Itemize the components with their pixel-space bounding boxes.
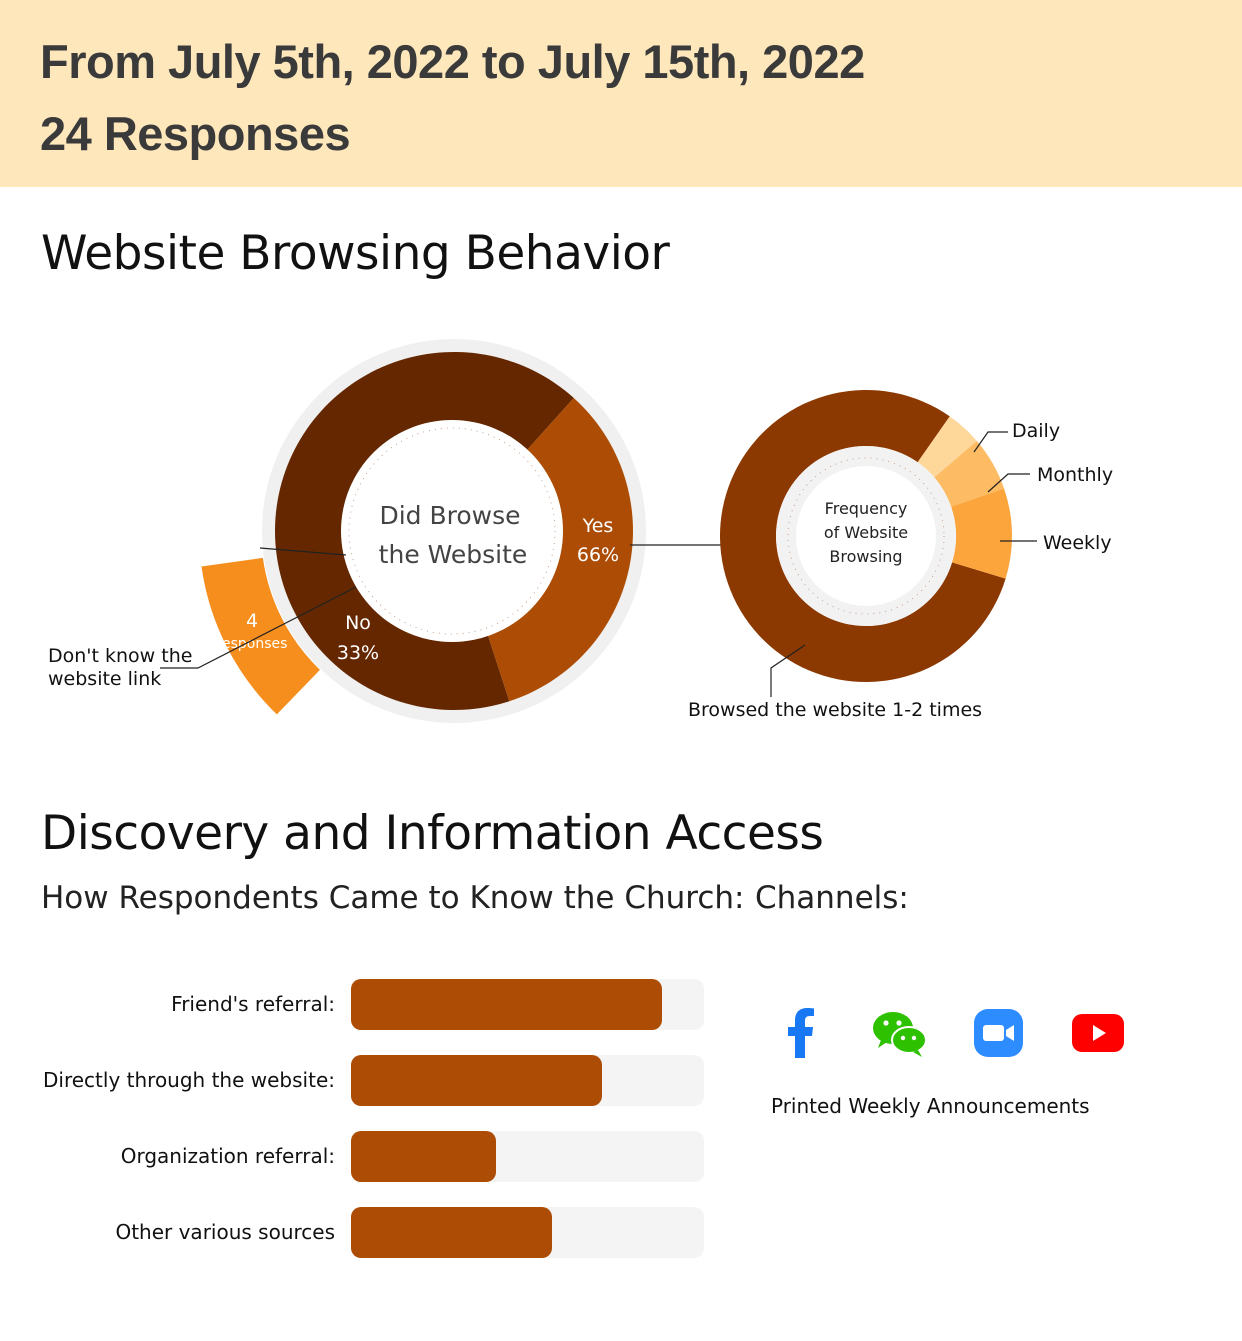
- date-range: From July 5th, 2022 to July 15th, 2022: [40, 35, 865, 88]
- wechat-icon: [873, 1012, 927, 1057]
- bar-label: Directly through the website:: [43, 1068, 335, 1092]
- section-title-browsing: Website Browsing Behavior: [41, 226, 670, 281]
- weekly-label: Weekly: [1043, 532, 1112, 554]
- breakout-value: 4: [246, 610, 258, 632]
- browsing-charts: Did Browse the Website Yes 66% No 33% 4 …: [48, 339, 1113, 723]
- bar-fill: [351, 979, 662, 1030]
- section-title-discovery: Discovery and Information Access: [41, 806, 824, 861]
- youtube-icon: [1072, 1014, 1124, 1052]
- no-label: No: [345, 612, 371, 634]
- bar-track: [351, 979, 704, 1030]
- bar-label: Friend's referral:: [171, 992, 335, 1016]
- donut2-title-line1: Frequency: [825, 499, 908, 518]
- response-count: 24 Responses: [40, 107, 351, 160]
- bar-track: [351, 1131, 704, 1182]
- yes-label: Yes: [582, 515, 614, 537]
- breakout-unit: responses: [217, 636, 288, 652]
- facebook-icon: [788, 1008, 814, 1058]
- bar-fill: [351, 1207, 553, 1258]
- monthly-label: Monthly: [1037, 464, 1113, 486]
- donut2-title-line2: of Website: [824, 523, 908, 542]
- donut1-title-line2: the Website: [379, 540, 528, 569]
- bar-track: [351, 1055, 704, 1106]
- subtitle-channels: Channels:: [755, 880, 909, 916]
- donut1-center: [341, 420, 563, 642]
- no-value: 33%: [337, 642, 379, 664]
- header-banner: From July 5th, 2022 to July 15th, 2022 2…: [0, 0, 1242, 187]
- bar-fill: [351, 1131, 496, 1182]
- donut1-title-line1: Did Browse: [379, 501, 520, 530]
- subtitle-how-known: How Respondents Came to Know the Church:: [41, 880, 745, 916]
- yes-value: 66%: [577, 544, 619, 566]
- donut2-title-line3: Browsing: [829, 547, 902, 566]
- bar-track: [351, 1207, 704, 1258]
- breakout-caption-line1: Don't know the: [48, 645, 192, 667]
- main-label: Browsed the website 1-2 times: [688, 699, 982, 721]
- daily-label: Daily: [1012, 420, 1060, 442]
- printed-announcements-label: Printed Weekly Announcements: [771, 1094, 1090, 1118]
- bar-label: Organization referral:: [120, 1144, 335, 1168]
- breakout-caption-line2: website link: [48, 668, 161, 690]
- bar-label: Other various sources: [115, 1220, 335, 1244]
- zoom-icon: [974, 1009, 1023, 1057]
- bar-fill: [351, 1055, 602, 1106]
